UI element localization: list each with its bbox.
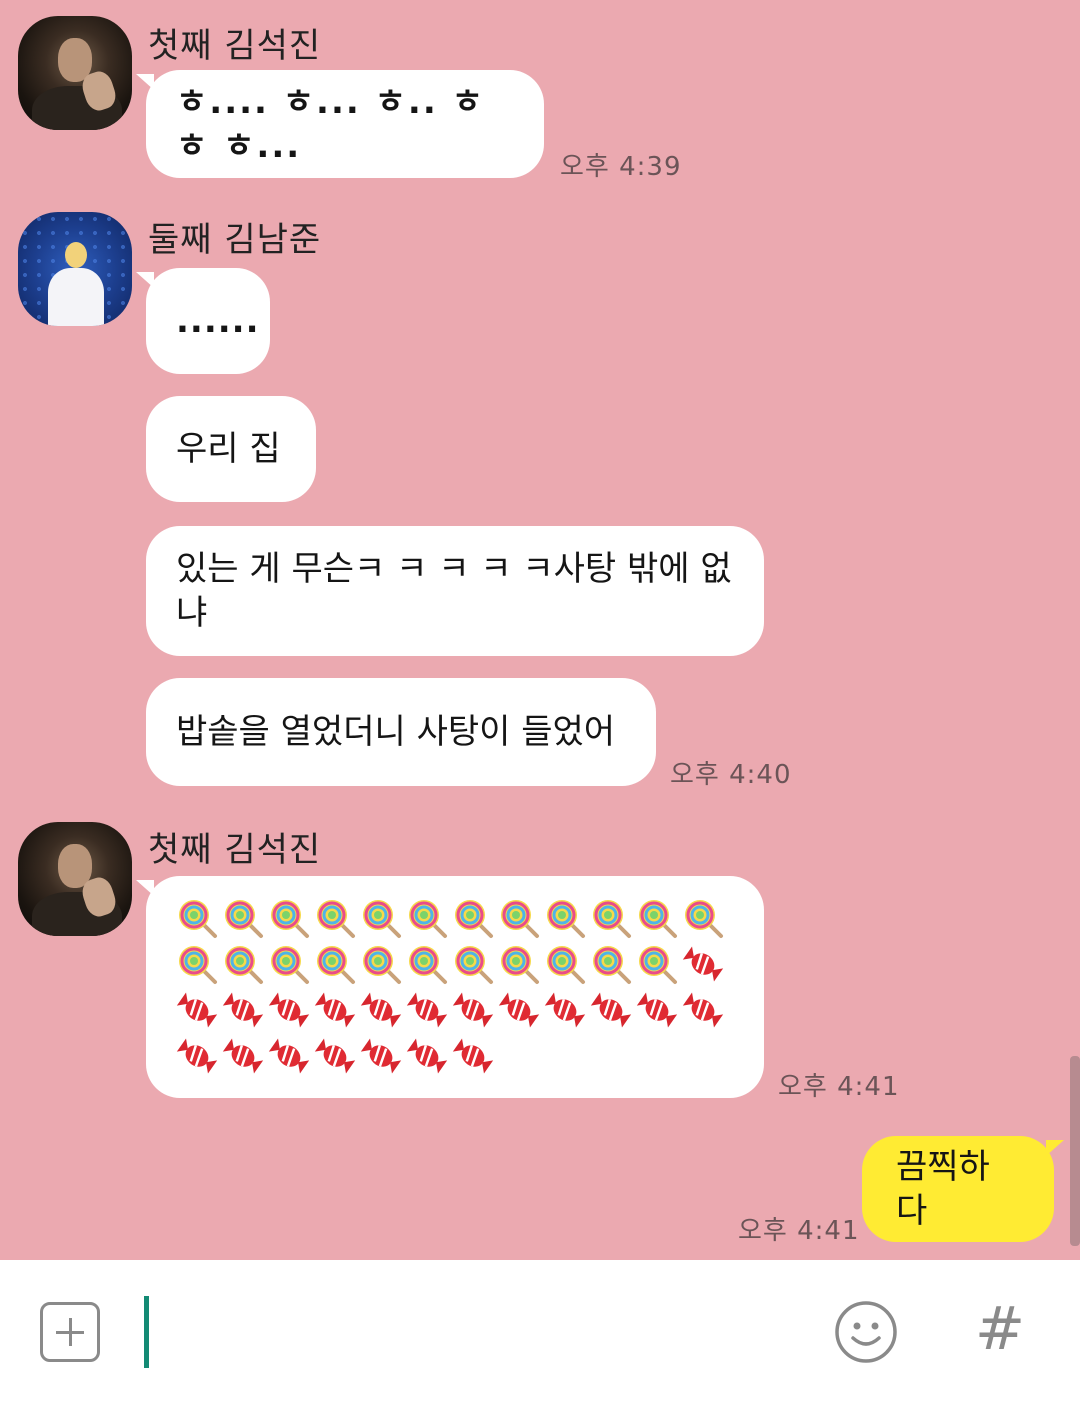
lollipop-emoji [360, 897, 402, 939]
lollipop-emoji [360, 943, 402, 985]
message-bubble[interactable]: ...... [136, 268, 270, 374]
lollipop-emoji [406, 943, 448, 985]
candy-emoji [452, 1035, 494, 1077]
sender-avatar-jin[interactable] [18, 822, 132, 936]
text-caret [144, 1296, 149, 1368]
emoji-grid [174, 897, 736, 1077]
hashtag-icon[interactable]: # [972, 1294, 1028, 1364]
scrollbar[interactable] [1070, 1056, 1080, 1246]
message-bubble[interactable]: ㅎ.... ㅎ... ㅎ.. ㅎ ㅎ ㅎ... [136, 70, 544, 178]
my-message-time: 오후 4:41 [738, 1216, 860, 1246]
lollipop-emoji [452, 897, 494, 939]
candy-emoji [452, 989, 494, 1031]
lollipop-emoji [176, 897, 218, 939]
lollipop-emoji [636, 897, 678, 939]
sender-avatar-jin[interactable] [18, 16, 132, 130]
candy-emoji [406, 989, 448, 1031]
lollipop-emoji [452, 943, 494, 985]
plus-icon[interactable] [40, 1302, 100, 1362]
my-message-bubble[interactable]: 끔찍하다 [862, 1136, 1064, 1242]
message-time: 오후 4:39 [560, 152, 682, 182]
candy-emoji [176, 1035, 218, 1077]
lollipop-emoji [590, 943, 632, 985]
candy-emoji [360, 1035, 402, 1077]
chat-area[interactable]: 첫째 김석진 ㅎ.... ㅎ... ㅎ.. ㅎ ㅎ ㅎ... 오후 4:39 둘… [0, 0, 1080, 1260]
lollipop-emoji [176, 943, 218, 985]
candy-emoji [682, 943, 724, 985]
lollipop-emoji [636, 943, 678, 985]
candy-emoji [314, 989, 356, 1031]
lollipop-emoji [406, 897, 448, 939]
message-bubble[interactable]: 있는 게 무슨ㅋ ㅋ ㅋ ㅋ ㅋ사탕 밖에 없냐 [146, 526, 764, 656]
candy-emoji [590, 989, 632, 1031]
sender-name: 첫째 김석진 [148, 26, 322, 66]
lollipop-emoji [314, 897, 356, 939]
lollipop-emoji [498, 897, 540, 939]
sender-name: 둘째 김남준 [148, 220, 322, 260]
lollipop-emoji [268, 943, 310, 985]
message-input[interactable] [156, 1300, 800, 1366]
candy-emoji [360, 989, 402, 1031]
candy-emoji [176, 989, 218, 1031]
candy-emoji [222, 989, 264, 1031]
lollipop-emoji [590, 897, 632, 939]
candy-emoji [268, 1035, 310, 1077]
candy-emoji [268, 989, 310, 1031]
lollipop-emoji [544, 943, 586, 985]
lollipop-emoji [682, 897, 724, 939]
sender-avatar-namjoon[interactable] [18, 212, 132, 326]
message-time: 오후 4:41 [778, 1072, 900, 1102]
lollipop-emoji [314, 943, 356, 985]
lollipop-emoji [222, 943, 264, 985]
candy-emoji [222, 1035, 264, 1077]
candy-emoji [682, 989, 724, 1031]
candy-emoji [544, 989, 586, 1031]
lollipop-emoji [544, 897, 586, 939]
message-bubble[interactable]: 밥솥을 열었더니 사탕이 들었어 [146, 678, 656, 786]
candy-emoji [636, 989, 678, 1031]
lollipop-emoji [268, 897, 310, 939]
lollipop-emoji [222, 897, 264, 939]
emoji-message-bubble[interactable] [136, 876, 764, 1098]
lollipop-emoji [498, 943, 540, 985]
candy-emoji [498, 989, 540, 1031]
message-bubble[interactable]: 우리 집 [146, 396, 316, 502]
emoticon-icon[interactable] [834, 1300, 898, 1364]
sender-name: 첫째 김석진 [148, 830, 322, 870]
message-time: 오후 4:40 [670, 760, 792, 790]
message-input-bar: # [0, 1260, 1080, 1404]
candy-emoji [314, 1035, 356, 1077]
candy-emoji [406, 1035, 448, 1077]
